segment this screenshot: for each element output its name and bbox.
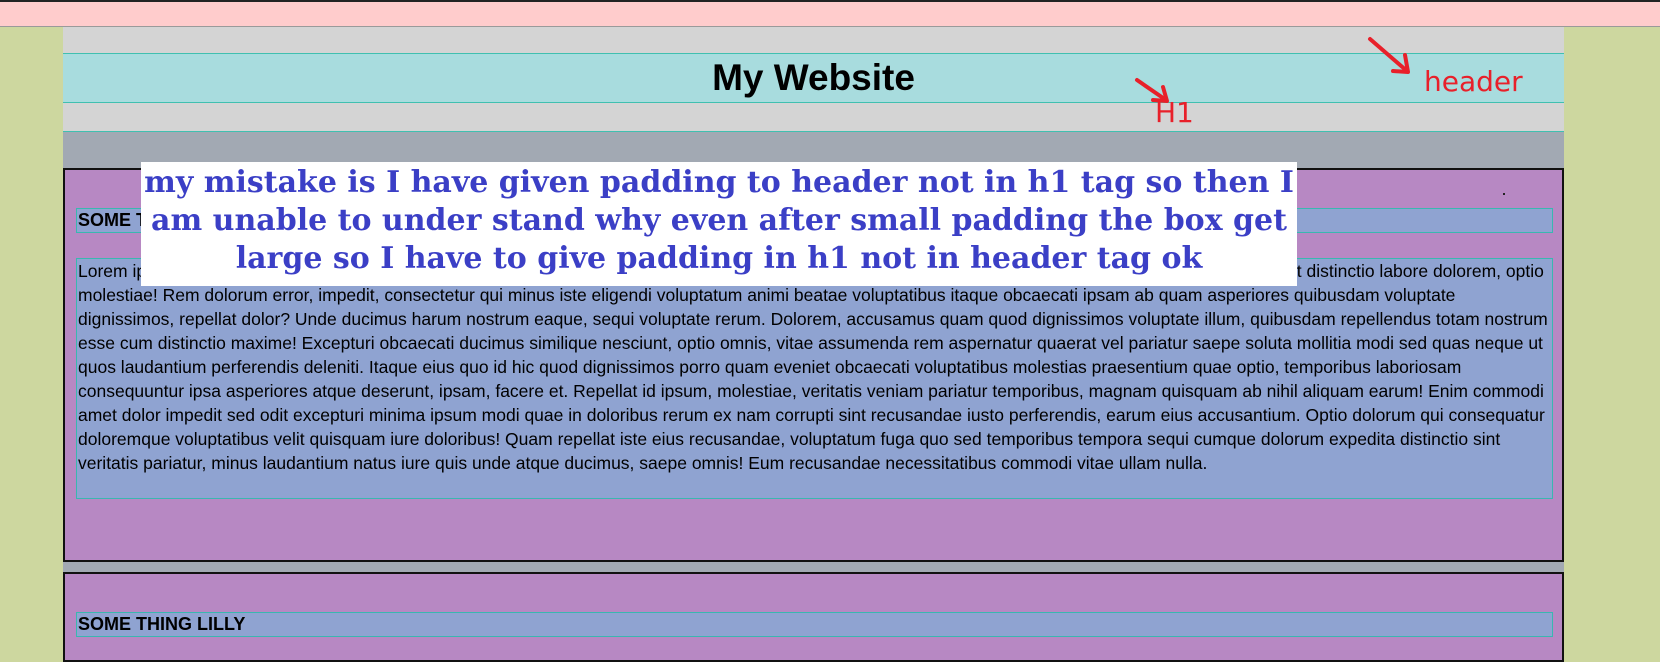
explanation-note: my mistake is I have given padding to he… xyxy=(141,162,1297,286)
header-annotation-label: header xyxy=(1424,65,1523,98)
section-heading: SOME THING LILLY xyxy=(76,612,1553,637)
arrow-to-header-icon xyxy=(1368,37,1410,74)
site-header: My Website xyxy=(63,27,1564,132)
page-container: My Website SOME THING LILLY Lorem ipsum … xyxy=(63,27,1564,662)
h1-annotation-label: H1 xyxy=(1155,96,1194,129)
content-section: SOME THING LILLY xyxy=(63,572,1564,662)
section-paragraph: Lorem ipsum dolor sit amet consectetur a… xyxy=(76,258,1553,499)
stray-dot xyxy=(1503,193,1505,195)
site-title: My Website xyxy=(63,53,1564,103)
browser-top-bar xyxy=(0,0,1660,27)
